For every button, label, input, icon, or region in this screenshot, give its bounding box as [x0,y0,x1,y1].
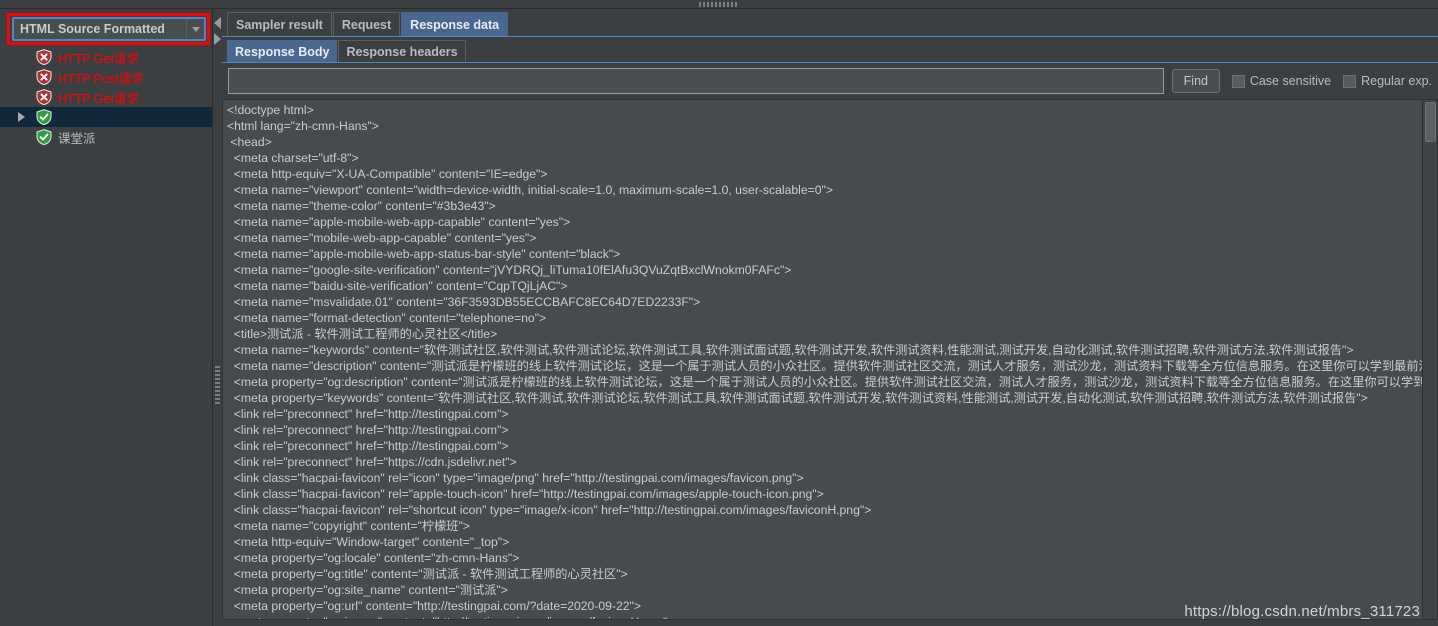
source-line: <link class="hacpai-favicon" rel="shortc… [227,503,872,517]
source-line: <link rel="preconnect" href="http://test… [227,407,509,421]
source-line: <head> [227,135,272,149]
case-sensitive-label: Case sensitive [1249,74,1332,88]
tree-row[interactable]: HTTP Post请求 [0,67,213,87]
source-line: <meta name="msvalidate.01" content="36F3… [227,295,701,309]
shield-ok-icon [36,109,52,126]
find-toolbar: Find Case sensitive Regular exp. [222,63,1438,99]
case-sensitive-checkbox[interactable] [1231,74,1245,88]
source-line: <meta property="og:description" content=… [227,375,1426,389]
source-line: <meta name="description" content="测试派是柠檬… [227,359,1431,373]
subtab-response-headers[interactable]: Response headers [338,40,466,62]
response-source-text: <!doctype html> <html lang="zh-cmn-Hans">… [227,102,1437,619]
source-line: <meta name="keywords" content="软件测试社区,软件… [227,343,1354,357]
tree-row-label: 课堂派 [58,131,96,146]
source-line: <title>测试派 - 软件测试工程师的心灵社区</title> [227,327,498,341]
tree-row[interactable] [0,107,213,127]
source-line: <meta property="keywords" content="软件测试社… [227,391,1368,405]
response-panel: Sampler result Request Response data Respo… [222,9,1438,626]
collapse-right-arrow-icon[interactable] [214,33,221,45]
scrollbar-thumb[interactable] [1425,102,1436,142]
shield-ok-icon [36,129,52,146]
expand-arrow-icon[interactable] [18,112,25,122]
source-line: <link rel="preconnect" href="http://test… [227,423,509,437]
results-tree-panel: HTML Source Formatted HTTP Get请求 HTTP Pos… [0,9,213,626]
shield-error-icon [36,69,52,86]
regular-exp-label: Regular exp. [1361,74,1432,88]
vertical-splitter-grip-icon[interactable] [215,364,220,404]
source-line: <html lang="zh-cmn-Hans"> [227,119,379,133]
response-subtabbar[interactable]: Response Body Response headers [222,37,1438,63]
tree-row[interactable]: HTTP Get请求 [0,47,213,67]
view-renderer-selected-label: HTML Source Formatted [20,22,165,36]
collapse-left-arrow-icon[interactable] [214,17,221,29]
source-line: <meta property="og:title" content="测试派 -… [227,567,628,581]
source-line: <meta property="og:site_name" content="测… [227,583,508,597]
response-body-viewer[interactable]: <!doctype html> <html lang="zh-cmn-Hans">… [222,99,1438,620]
regular-exp-checkbox-group[interactable]: Regular exp. [1343,74,1432,88]
source-line: <meta name="copyright" content="柠檬班"> [227,519,470,533]
view-renderer-selector-wrap: HTML Source Formatted [12,17,206,41]
search-input[interactable] [228,68,1164,94]
vertical-splitter[interactable] [213,9,222,626]
shield-error-icon [36,49,52,66]
source-line: <meta charset="utf-8"> [227,151,359,165]
splitter-grip-icon[interactable] [699,2,739,7]
source-line: <meta property="og:locale" content="zh-c… [227,551,520,565]
source-line: <link rel="preconnect" href="http://test… [227,439,509,453]
chevron-down-icon[interactable] [186,19,204,39]
regular-exp-checkbox[interactable] [1343,74,1357,88]
vertical-scrollbar[interactable] [1422,100,1437,619]
source-line: <meta name="theme-color" content="#3b3e4… [227,199,496,213]
shield-error-icon [36,89,52,106]
tree-row-label: HTTP Post请求 [58,71,144,86]
case-sensitive-checkbox-group[interactable]: Case sensitive [1231,74,1332,88]
tab-request[interactable]: Request [332,12,401,36]
subtab-response-body[interactable]: Response Body [227,40,338,62]
source-line: <meta name="viewport" content="width=dev… [227,183,833,197]
source-line: <meta http-equiv="X-UA-Compatible" conte… [227,167,548,181]
source-line: <meta name="google-site-verification" co… [227,263,792,277]
result-tabbar[interactable]: Sampler result Request Response data [222,9,1438,37]
tree-row-label: HTTP Get请求 [58,51,140,66]
tree-row[interactable]: 课堂派 [0,127,213,147]
tree-row[interactable]: HTTP Get请求 [0,87,213,107]
results-tree[interactable]: HTTP Get请求 HTTP Post请求 HTTP Get请求 课堂派 [0,47,213,147]
jmeter-view-results-tree: HTML Source Formatted HTTP Get请求 HTTP Pos… [0,0,1438,626]
find-button[interactable]: Find [1171,69,1220,93]
source-line: <meta name="format-detection" content="t… [227,311,547,325]
watermark-url: https://blog.csdn.net/mbrs_311723 [1184,603,1420,620]
view-renderer-selector[interactable]: HTML Source Formatted [12,17,206,41]
tree-row-label: HTTP Get请求 [58,91,140,106]
source-line: <meta name="apple-mobile-web-app-capable… [227,215,571,229]
source-line: <meta name="apple-mobile-web-app-status-… [227,247,621,261]
tab-sampler-result[interactable]: Sampler result [227,12,332,36]
source-line: <meta http-equiv="Window-target" content… [227,535,510,549]
tab-response-data[interactable]: Response data [401,12,509,36]
source-line: <!doctype html> [227,103,314,117]
horizontal-splitter[interactable] [0,0,1438,9]
source-line: <meta name="mobile-web-app-capable" cont… [227,231,537,245]
source-line: <link class="hacpai-favicon" rel="apple-… [227,487,824,501]
source-line: <link rel="preconnect" href="https://cdn… [227,455,517,469]
source-line: <link class="hacpai-favicon" rel="icon" … [227,471,804,485]
source-line: <meta name="baidu-site-verification" con… [227,279,568,293]
